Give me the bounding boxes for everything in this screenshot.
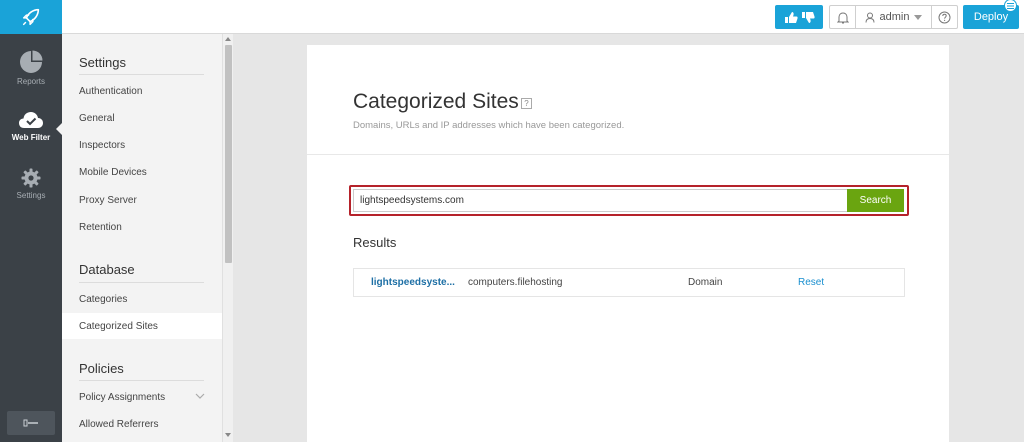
- scroll-down-arrow-icon[interactable]: [225, 433, 231, 437]
- results-heading: Results: [353, 235, 397, 250]
- nav-heading-settings: Settings: [79, 55, 126, 70]
- site-search-input[interactable]: [353, 189, 848, 212]
- rail-label-web-filter: Web Filter: [11, 133, 51, 142]
- result-domain-link[interactable]: lightspeedsyste...: [371, 277, 461, 288]
- table-row: lightspeedsyste... computers.filehosting…: [353, 268, 905, 297]
- nav-item-general[interactable]: General: [62, 105, 222, 131]
- bell-icon: [836, 11, 849, 23]
- pie-chart-icon: [20, 50, 43, 73]
- nav-item-label: Policy Assignments: [79, 391, 166, 403]
- search-button[interactable]: Search: [847, 189, 904, 212]
- notifications-button[interactable]: [829, 5, 856, 29]
- deploy-label: Deploy: [973, 11, 1009, 23]
- rail-item-web-filter[interactable]: Web Filter: [0, 101, 62, 151]
- collapse-sidebar-button[interactable]: [7, 411, 55, 435]
- app-rail: Reports Web Filter Settings: [0, 34, 62, 442]
- nav-item-inspectors[interactable]: Inspectors: [62, 132, 222, 158]
- rail-item-reports[interactable]: Reports: [0, 43, 62, 93]
- nav-heading-database: Database: [79, 262, 135, 277]
- nav-divider: [79, 380, 204, 381]
- user-name: admin: [879, 11, 910, 23]
- nav-item-allowed-referrers[interactable]: Allowed Referrers: [62, 411, 222, 437]
- nav-item-proxy-server[interactable]: Proxy Server: [62, 187, 222, 213]
- result-category: computers.filehosting: [468, 277, 563, 288]
- rail-label-reports: Reports: [16, 77, 45, 86]
- reset-link[interactable]: Reset: [798, 277, 824, 288]
- nav-item-retention[interactable]: Retention: [62, 214, 222, 240]
- rail-label-settings: Settings: [16, 191, 46, 200]
- nav-divider: [79, 282, 204, 283]
- scroll-up-arrow-icon[interactable]: [225, 37, 231, 41]
- nav-heading-policies: Policies: [79, 361, 124, 376]
- user-icon: [865, 12, 875, 23]
- scrollbar-thumb[interactable]: [225, 45, 232, 263]
- page-subtitle: Domains, URLs and IP addresses which hav…: [353, 120, 625, 131]
- gear-icon: [21, 168, 41, 188]
- feedback-button[interactable]: [775, 5, 823, 29]
- page-title: Categorized Sites: [353, 90, 519, 113]
- nav-item-categories[interactable]: Categories: [62, 286, 222, 312]
- nav-item-policy-assignments[interactable]: Policy Assignments: [62, 384, 222, 410]
- thumbs-down-icon: [801, 11, 815, 23]
- help-icon[interactable]: ?: [521, 98, 532, 109]
- nav-item-authentication[interactable]: Authentication: [62, 78, 222, 104]
- nav-item-mobile-devices[interactable]: Mobile Devices: [62, 159, 222, 185]
- user-menu[interactable]: admin: [855, 5, 932, 29]
- rail-item-settings[interactable]: Settings: [0, 159, 62, 209]
- nav-divider: [79, 74, 204, 75]
- settings-nav: Settings Authentication General Inspecto…: [62, 34, 222, 442]
- app-logo[interactable]: [0, 0, 62, 34]
- top-bar: admin Deploy: [0, 0, 1024, 34]
- rocket-icon: [22, 8, 40, 26]
- collapse-icon: [23, 419, 38, 427]
- thumbs-up-icon: [784, 11, 798, 23]
- nav-item-categorized-sites[interactable]: Categorized Sites: [62, 313, 222, 339]
- help-button[interactable]: [931, 5, 958, 29]
- result-type: Domain: [688, 277, 723, 288]
- nav-scrollbar[interactable]: [222, 34, 233, 442]
- cloud-check-icon: [19, 112, 43, 128]
- chevron-down-icon: [195, 393, 205, 399]
- chevron-down-icon: [914, 14, 923, 20]
- help-circle-icon: [938, 11, 951, 23]
- card-divider: [307, 154, 949, 155]
